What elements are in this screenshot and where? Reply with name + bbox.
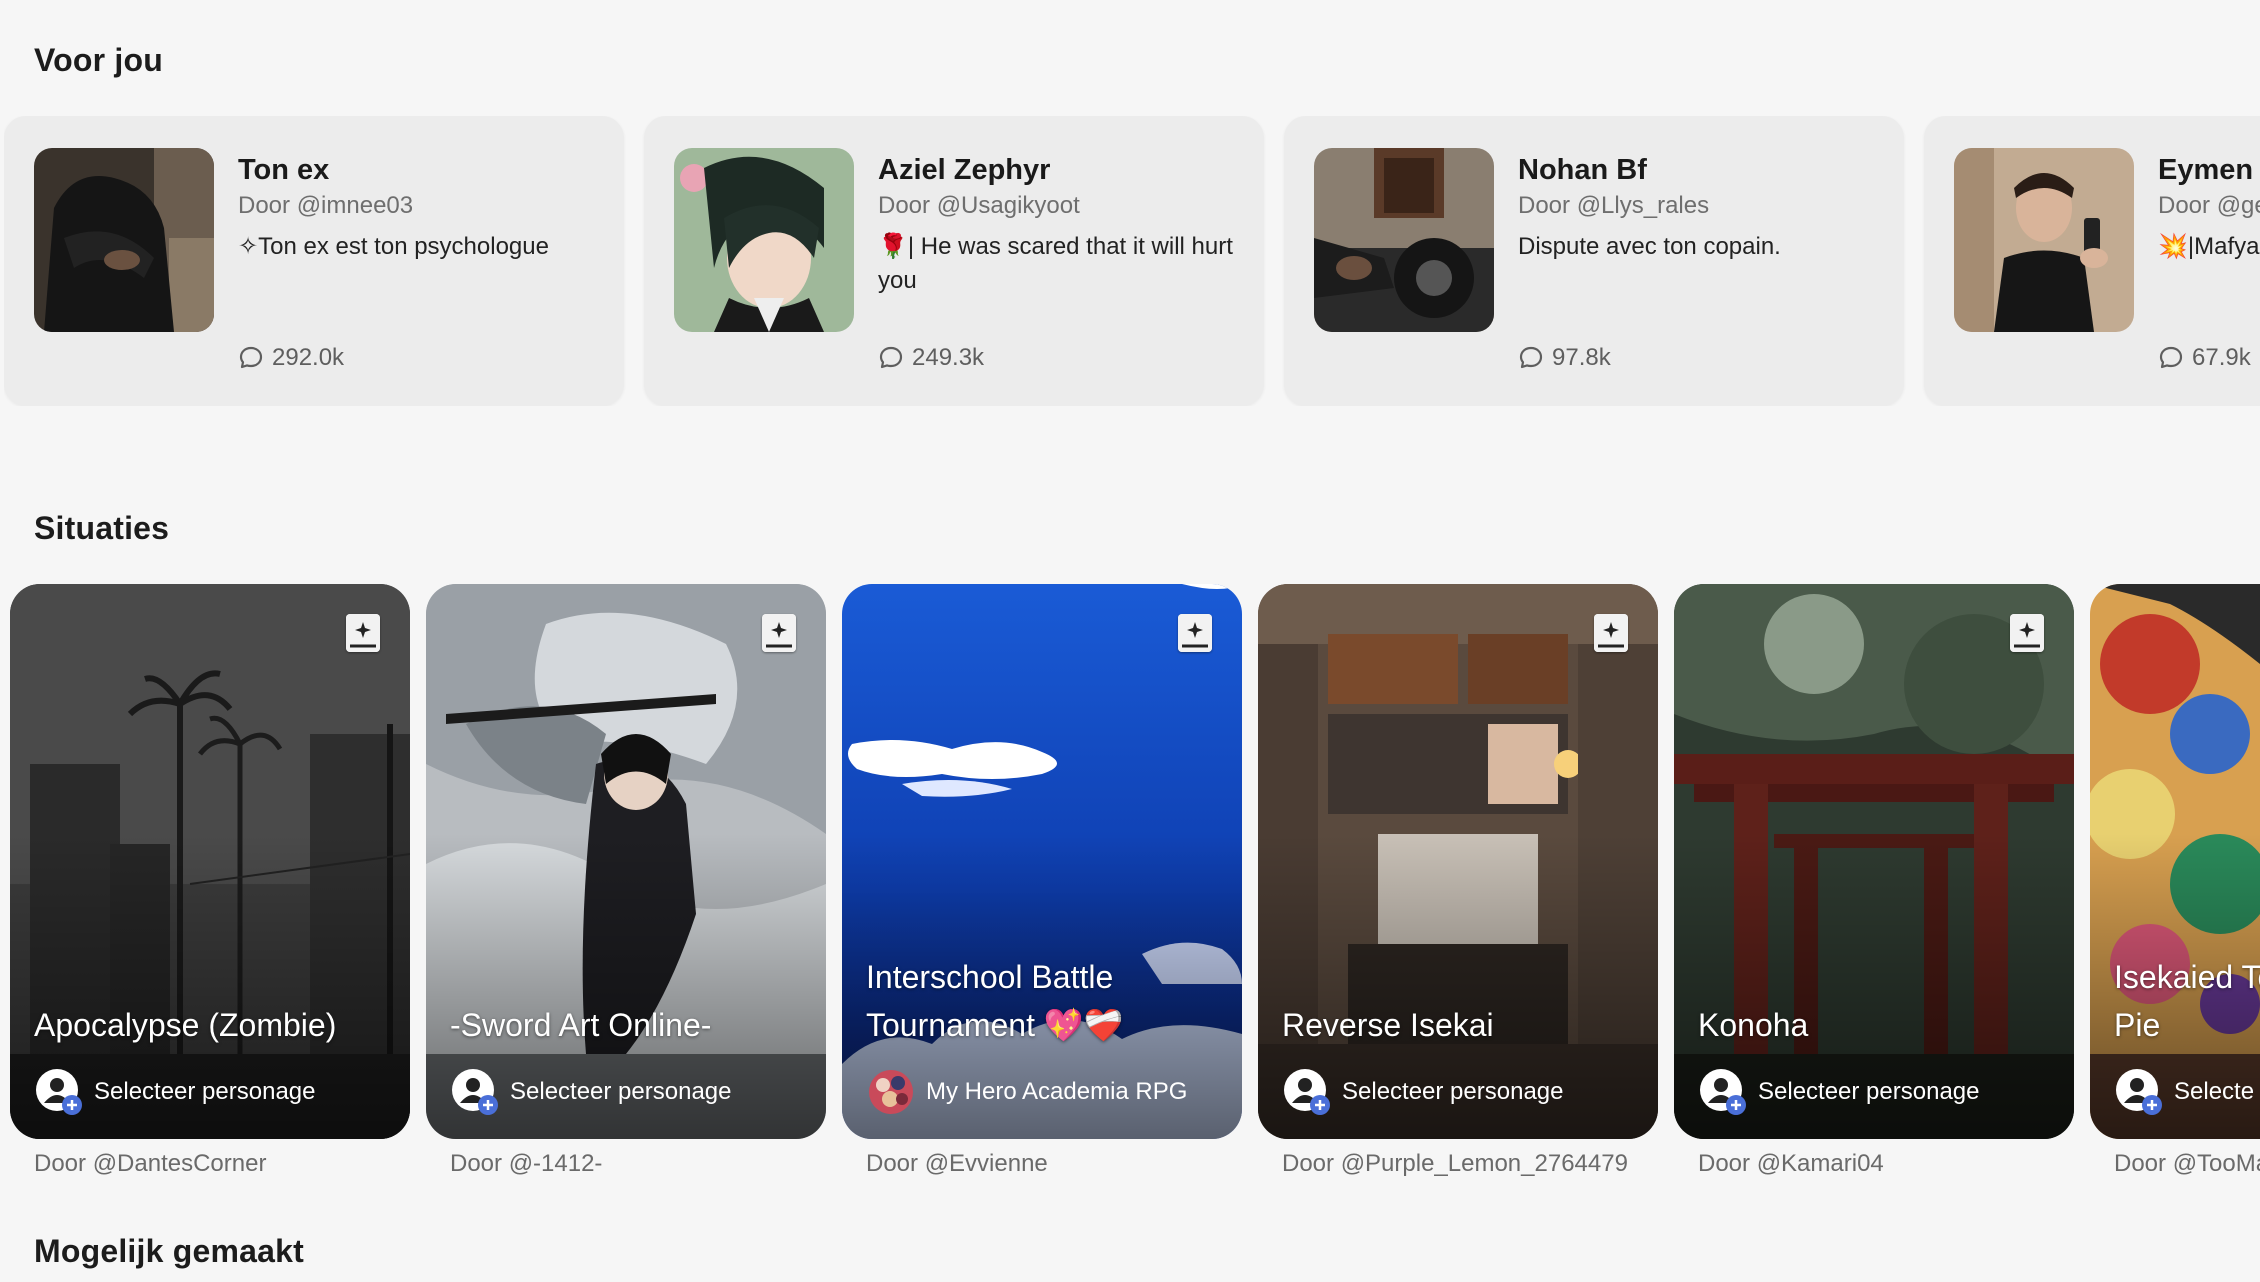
select-character-button[interactable]: Selecte [2116,1069,2254,1115]
chat-count: 97.8k [1518,344,1611,372]
character-card[interactable]: Aziel Zephyr Door @Usagikyoot 🌹| He was … [644,116,1264,406]
character-description: Dispute avec ton copain. [1518,233,1781,260]
situation-author[interactable]: Door @TooMa [2114,1150,2260,1178]
character-description: 🌹| He was scared that it will hurt you [878,233,1233,294]
character-card[interactable]: Nohan Bf Door @Llys_rales Dispute avec t… [1284,116,1904,406]
situation-title: Isekaied To Of One Pie [2114,959,2260,1043]
select-character-button[interactable]: Selecteer personage [1284,1069,1563,1115]
situations-carousel: Apocalypse (Zombie) Selecteer personage [10,584,2260,1184]
situation-title: Apocalypse (Zombie) [34,1007,337,1043]
character-description: 💥|Mafya [2158,233,2260,260]
book-sparkle-icon[interactable] [2010,614,2044,652]
chat-count-value: 292.0k [272,344,345,371]
section-title-voor-jou: Voor jou [34,42,163,78]
section-title-situaties: Situaties [34,510,170,546]
character-author[interactable]: Door @ge [2158,192,2260,220]
character-name: Nohan Bf [1518,154,1647,186]
situation-author[interactable]: Door @Kamari04 [1698,1150,1884,1178]
situation-card[interactable]: -Sword Art Online- Selecteer personage [426,584,826,1139]
character-author[interactable]: Door @imnee03 [238,192,413,220]
chat-count: 292.0k [238,344,344,372]
select-character-button[interactable]: Selecteer personage [452,1069,731,1115]
chat-count: 67.9k [2158,344,2251,372]
situation-author[interactable]: Door @Purple_Lemon_2764479 [1282,1150,1628,1178]
character-author[interactable]: Door @Usagikyoot [878,192,1080,220]
linked-character[interactable]: My Hero Academia RPG [868,1069,1187,1115]
character-avatar [34,148,214,332]
situation-author[interactable]: Door @-1412- [450,1150,602,1178]
select-character-button[interactable]: Selecteer personage [36,1069,315,1115]
character-author[interactable]: Door @Llys_rales [1518,192,1709,220]
add-user-icon [2116,1069,2162,1115]
chat-count-value: 67.9k [2192,344,2251,371]
add-user-icon [1284,1069,1330,1115]
situation-author[interactable]: Door @DantesCorner [34,1150,266,1178]
select-character-button[interactable]: Selecteer personage [1700,1069,1979,1115]
chat-bubble-icon [2159,346,2183,369]
chat-bubble-icon [239,346,263,369]
linked-character-label: My Hero Academia RPG [926,1078,1188,1105]
chat-count: 249.3k [878,344,984,372]
situation-title: Interschool Battle Tournament 💖❤️‍🩹 [866,959,1124,1043]
section-title-mogelijk-gemaakt: Mogelijk gemaakt [34,1233,304,1269]
character-avatar [1954,148,2134,332]
character-name: Ton ex [238,154,330,186]
situation-card[interactable]: Isekaied To Of One Pie Selecte [2090,584,2260,1139]
character-card[interactable]: Eymen Door @ge 💥|Mafya 67.9k [1924,116,2260,406]
book-sparkle-icon[interactable] [762,614,796,652]
book-sparkle-icon[interactable] [1594,614,1628,652]
for-you-carousel: Ton ex Door @imnee03 ✧Ton ex est ton psy… [4,116,2260,406]
situation-card[interactable]: Konoha Selecteer personage [1674,584,2074,1139]
character-avatar-small [869,1070,913,1114]
situation-card[interactable]: Interschool Battle Tournament 💖❤️‍🩹 My H… [842,584,1242,1139]
select-character-label: Selecteer personage [510,1078,732,1105]
add-user-icon [36,1069,82,1115]
character-name: Eymen [2158,154,2254,186]
chat-count-value: 249.3k [912,344,985,371]
situation-title: Reverse Isekai [1282,1007,1494,1043]
character-avatar [1314,148,1494,332]
character-card[interactable]: Ton ex Door @imnee03 ✧Ton ex est ton psy… [4,116,624,406]
chat-count-value: 97.8k [1552,344,1611,371]
book-sparkle-icon[interactable] [1178,614,1212,652]
situation-title: -Sword Art Online- [450,1007,712,1043]
chat-bubble-icon [879,346,903,369]
situation-author[interactable]: Door @Evvienne [866,1150,1048,1178]
book-sparkle-icon[interactable] [346,614,380,652]
character-name: Aziel Zephyr [878,154,1051,186]
select-character-label: Selecteer personage [94,1078,316,1105]
situation-card[interactable]: Apocalypse (Zombie) Selecteer personage [10,584,410,1139]
situation-card[interactable]: Reverse Isekai Selecteer personage [1258,584,1658,1139]
select-character-label: Selecteer personage [1758,1078,1980,1105]
chat-bubble-icon [1519,346,1543,369]
add-user-icon [1700,1069,1746,1115]
situation-title: Konoha [1698,1007,1809,1043]
select-character-label: Selecteer personage [1342,1078,1564,1105]
character-description: ✧Ton ex est ton psychologue [238,233,549,260]
character-avatar [674,148,854,332]
add-user-icon [452,1069,498,1115]
select-character-label: Selecte [2174,1078,2255,1105]
